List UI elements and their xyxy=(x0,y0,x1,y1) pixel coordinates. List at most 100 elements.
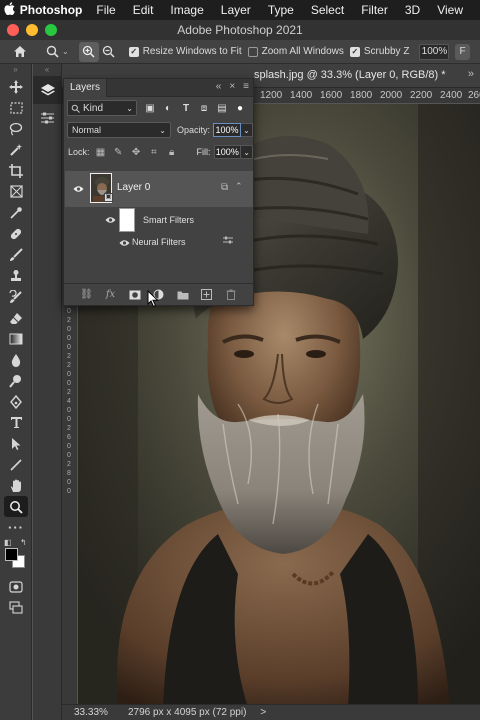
pen-tool-icon[interactable] xyxy=(0,391,32,412)
history-brush-tool-icon[interactable] xyxy=(0,286,32,307)
neural-filters-row[interactable]: Neural Filters xyxy=(65,233,253,253)
lasso-tool-icon[interactable] xyxy=(0,118,32,139)
menu-layer[interactable]: Layer xyxy=(221,3,251,17)
hand-tool-icon[interactable] xyxy=(0,475,32,496)
eraser-tool-icon[interactable] xyxy=(0,307,32,328)
ruler-v-digit: 2 xyxy=(67,389,71,396)
add-layer-style-icon[interactable]: fx xyxy=(104,288,118,302)
lock-position-icon[interactable]: ✥ xyxy=(129,145,143,159)
lock-artboard-icon[interactable]: ⌗ xyxy=(147,145,161,159)
smart-filters-row[interactable]: Smart Filters xyxy=(65,207,253,233)
opacity-field[interactable]: 100% xyxy=(213,123,241,137)
chevron-down-icon: ⌄ xyxy=(159,125,166,135)
zoom-out-icon[interactable] xyxy=(99,42,119,62)
panel-menu-icon[interactable]: ≡ xyxy=(243,81,249,92)
document-tab-title[interactable]: splash.jpg @ 33.3% (Layer 0, RGB/8) * xyxy=(254,69,446,81)
adjustments-panel-icon[interactable] xyxy=(33,104,62,132)
smart-filter-indicator-icon[interactable]: ⧉ xyxy=(221,182,228,193)
filter-toggle-icon[interactable]: ● xyxy=(233,101,247,115)
layer-filter-kind-select[interactable]: Kind ⌄ xyxy=(67,100,137,116)
smart-filters-visibility-eye-icon[interactable] xyxy=(103,214,117,226)
zoom-percentage-field[interactable]: 100% xyxy=(419,43,450,60)
filter-blending-options-icon[interactable] xyxy=(222,235,234,248)
fit-screen-button[interactable]: F xyxy=(455,43,470,60)
tab-overflow-icon[interactable]: » xyxy=(468,68,474,80)
brush-tool-icon[interactable] xyxy=(0,244,32,265)
layer-row[interactable]: ▣ Layer 0 ⧉ ⌃ xyxy=(65,171,253,207)
home-icon[interactable] xyxy=(10,42,30,62)
swap-colors-icon[interactable]: ↰ xyxy=(20,538,27,547)
lock-transparent-pixels-icon[interactable]: ▦ xyxy=(94,145,108,159)
menu-file[interactable]: File xyxy=(96,3,115,17)
menu-view[interactable]: View xyxy=(437,3,463,17)
link-layers-icon[interactable]: ⛓︎ xyxy=(80,288,94,302)
resize-windows-option[interactable]: ✓ Resize Windows to Fit xyxy=(128,46,242,57)
foreground-color-swatch[interactable] xyxy=(5,548,18,561)
layers-tab[interactable]: Layers xyxy=(64,78,108,97)
zoom-tool-preset-icon[interactable] xyxy=(42,42,62,62)
neural-filters-visibility-eye-icon[interactable] xyxy=(117,237,131,249)
opacity-chevron-down-icon[interactable]: ⌄ xyxy=(241,123,253,137)
zoom-all-windows-option[interactable]: Zoom All Windows xyxy=(247,46,344,57)
scrubby-zoom-checkbox[interactable]: ✓ xyxy=(349,46,360,57)
crop-tool-icon[interactable] xyxy=(0,160,32,181)
gradient-tool-icon[interactable] xyxy=(0,328,32,349)
collapse-effects-chevron-up-icon[interactable]: ⌃ xyxy=(235,181,243,192)
new-layer-icon[interactable] xyxy=(200,288,214,302)
line-tool-icon[interactable] xyxy=(0,454,32,475)
status-zoom-level[interactable]: 33.33% xyxy=(74,707,124,718)
frame-tool-icon[interactable] xyxy=(0,181,32,202)
add-layer-mask-icon[interactable] xyxy=(128,288,142,302)
menu-select[interactable]: Select xyxy=(311,3,344,17)
zoom-tool-icon[interactable] xyxy=(4,496,28,517)
filter-shape-icon[interactable]: ⧈ xyxy=(197,101,211,115)
screen-mode-icon[interactable] xyxy=(0,597,32,618)
blend-mode-select[interactable]: Normal ⌄ xyxy=(67,122,171,138)
panel-close-icon[interactable]: × xyxy=(229,81,235,92)
menu-3d[interactable]: 3D xyxy=(405,3,420,17)
dock-collapse-icon[interactable]: « xyxy=(33,64,61,76)
menu-edit[interactable]: Edit xyxy=(133,3,154,17)
toolbar-collapse-icon[interactable]: » xyxy=(0,64,31,76)
panel-collapse-icon[interactable]: « xyxy=(216,81,222,92)
filter-adjustment-icon[interactable]: ◐ xyxy=(161,101,175,115)
status-info-arrow[interactable]: > xyxy=(260,707,266,718)
tool-preset-chevron-down-icon[interactable]: ⌄ xyxy=(62,47,69,56)
delete-layer-trash-icon[interactable] xyxy=(224,288,238,302)
quick-mask-icon[interactable] xyxy=(0,576,32,597)
filter-smart-object-icon[interactable]: ▤ xyxy=(215,101,229,115)
default-colors-icon[interactable]: ◧ xyxy=(4,538,12,547)
blur-tool-icon[interactable] xyxy=(0,349,32,370)
opacity-label: Opacity: xyxy=(176,125,210,135)
eyedropper-tool-icon[interactable] xyxy=(0,202,32,223)
fill-chevron-down-icon[interactable]: ⌄ xyxy=(241,145,253,159)
menu-type[interactable]: Type xyxy=(268,3,294,17)
resize-windows-checkbox[interactable]: ✓ xyxy=(128,46,139,57)
dodge-tool-icon[interactable] xyxy=(0,370,32,391)
apple-menu-icon[interactable] xyxy=(0,2,20,18)
filter-type-icon[interactable]: T xyxy=(179,101,193,115)
healing-brush-tool-icon[interactable] xyxy=(0,223,32,244)
filter-pixel-icon[interactable]: ▣ xyxy=(143,101,157,115)
zoom-all-windows-checkbox[interactable] xyxy=(247,46,258,57)
scrubby-zoom-option[interactable]: ✓ Scrubby Z xyxy=(349,46,409,57)
fill-field[interactable]: 100% xyxy=(213,145,242,159)
layer-visibility-eye-icon[interactable] xyxy=(71,183,85,195)
move-tool-icon[interactable] xyxy=(0,76,32,97)
edit-toolbar-icon[interactable]: ··· xyxy=(0,517,32,538)
lock-image-pixels-icon[interactable]: ✎ xyxy=(111,145,125,159)
type-tool-icon[interactable] xyxy=(0,412,32,433)
zoom-in-icon[interactable] xyxy=(78,41,99,62)
lock-all-icon[interactable]: 🔒︎ xyxy=(165,145,179,159)
path-selection-tool-icon[interactable] xyxy=(0,433,32,454)
menu-image[interactable]: Image xyxy=(170,3,203,17)
filter-mask-thumbnail[interactable] xyxy=(119,208,135,232)
new-group-folder-icon[interactable] xyxy=(176,288,190,302)
menu-filter[interactable]: Filter xyxy=(361,3,388,17)
clone-stamp-tool-icon[interactable] xyxy=(0,265,32,286)
layers-panel-icon[interactable] xyxy=(33,76,62,104)
marquee-tool-icon[interactable] xyxy=(0,97,32,118)
app-name-menu[interactable]: Photoshop xyxy=(20,3,83,17)
quick-selection-tool-icon[interactable] xyxy=(0,139,32,160)
layer-name[interactable]: Layer 0 xyxy=(117,182,150,193)
